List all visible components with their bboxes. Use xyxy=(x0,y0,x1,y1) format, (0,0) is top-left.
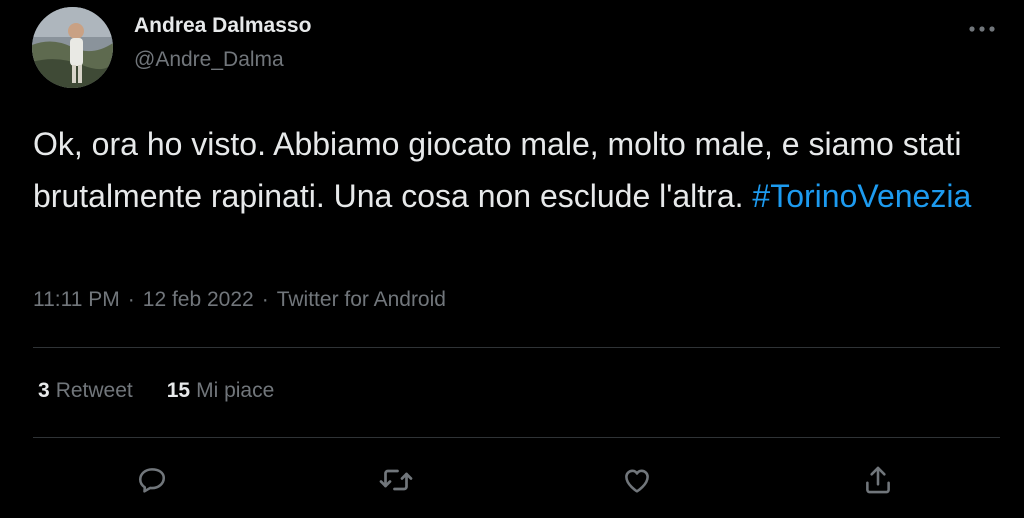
author-handle[interactable]: @Andre_Dalma xyxy=(134,48,284,72)
tweet-meta: 11:11 PM · 12 feb 2022 · Twitter for Android xyxy=(33,288,446,312)
likes-label: Mi piace xyxy=(196,379,275,402)
hashtag-link[interactable]: #TorinoVenezia xyxy=(752,178,971,214)
likes-stat[interactable]: 15 Mi piace xyxy=(167,379,275,403)
retweets-stat[interactable]: 3 Retweet xyxy=(38,379,133,403)
avatar-photo xyxy=(32,7,113,88)
meta-separator: · xyxy=(127,288,135,311)
divider xyxy=(33,347,1000,348)
retweets-label: Retweet xyxy=(55,379,133,402)
avatar[interactable] xyxy=(32,7,113,88)
likes-count: 15 xyxy=(166,379,191,402)
tweet-time[interactable]: 11:11 PM xyxy=(33,288,120,311)
tweet-source[interactable]: Twitter for Android xyxy=(277,288,446,311)
retweets-count: 3 xyxy=(38,379,50,402)
tweet-card: Andrea Dalmasso @Andre_Dalma Ok, ora ho … xyxy=(0,0,1024,518)
tweet-stats: 3 Retweet 15 Mi piace xyxy=(38,379,274,403)
tweet-date[interactable]: 12 feb 2022 xyxy=(143,288,254,311)
meta-separator: · xyxy=(261,288,269,311)
divider xyxy=(33,437,1000,438)
author-name[interactable]: Andrea Dalmasso xyxy=(134,14,311,38)
reply-icon[interactable] xyxy=(130,458,174,502)
tweet-text: Ok, ora ho visto. Abbiamo giocato male, … xyxy=(33,118,1008,222)
share-icon[interactable] xyxy=(856,458,900,502)
heart-icon[interactable] xyxy=(615,458,659,502)
more-horizontal-icon[interactable] xyxy=(960,14,1004,44)
retweet-icon[interactable] xyxy=(374,458,418,502)
